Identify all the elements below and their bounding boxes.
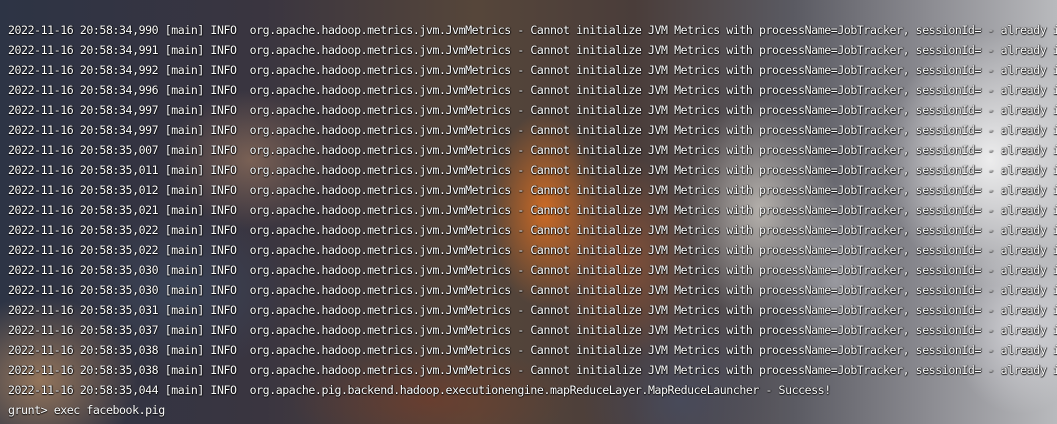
log-line: 2022-11-16 20:58:35,011 [main] INFO org.…	[8, 163, 1057, 177]
log-line: 2022-11-16 20:58:35,030 [main] INFO org.…	[8, 263, 1057, 277]
log-line: 2022-11-16 20:58:34,990 [main] INFO org.…	[8, 23, 1057, 37]
log-line: 2022-11-16 20:58:35,031 [main] INFO org.…	[8, 303, 1057, 317]
terminal-output: 2022-11-16 20:58:34,990 [main] INFO org.…	[8, 20, 1057, 420]
log-line: 2022-11-16 20:58:35,038 [main] INFO org.…	[8, 343, 1057, 357]
log-line: 2022-11-16 20:58:35,007 [main] INFO org.…	[8, 143, 1057, 157]
log-line: 2022-11-16 20:58:35,030 [main] INFO org.…	[8, 283, 1057, 297]
command-prompt[interactable]: grunt> exec facebook.pig	[8, 400, 1053, 420]
log-line: 2022-11-16 20:58:34,997 [main] INFO org.…	[8, 103, 1057, 117]
log-line-success: 2022-11-16 20:58:35,044 [main] INFO org.…	[8, 383, 831, 397]
log-line: 2022-11-16 20:58:34,992 [main] INFO org.…	[8, 63, 1057, 77]
log-line: 2022-11-16 20:58:35,022 [main] INFO org.…	[8, 223, 1057, 237]
log-line: 2022-11-16 20:58:34,996 [main] INFO org.…	[8, 83, 1057, 97]
log-line: 2022-11-16 20:58:35,038 [main] INFO org.…	[8, 363, 1057, 377]
log-line: 2022-11-16 20:58:35,021 [main] INFO org.…	[8, 203, 1057, 217]
log-line: 2022-11-16 20:58:34,997 [main] INFO org.…	[8, 123, 1057, 137]
terminal-window[interactable]: 2022-11-16 20:58:34,990 [main] INFO org.…	[0, 0, 1057, 424]
log-line: 2022-11-16 20:58:34,991 [main] INFO org.…	[8, 43, 1057, 57]
log-line: 2022-11-16 20:58:35,012 [main] INFO org.…	[8, 183, 1057, 197]
log-line: 2022-11-16 20:58:35,022 [main] INFO org.…	[8, 243, 1057, 257]
log-line: 2022-11-16 20:58:35,037 [main] INFO org.…	[8, 323, 1057, 337]
